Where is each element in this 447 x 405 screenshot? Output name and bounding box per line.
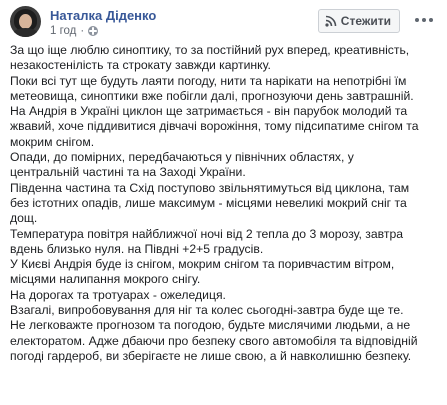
- post-line: Температура повітря найближчої ночі від …: [10, 226, 404, 241]
- post-line: Поки всі тут ще будуть лаяти погоду, нит…: [10, 73, 407, 88]
- post-line: Опади, до помірних, передбачаються у пів…: [10, 150, 354, 165]
- post-time[interactable]: 1 год: [50, 25, 76, 37]
- post-line: жвавий, хоче піддивитися дівчачі ворожін…: [10, 119, 419, 134]
- more-options-button[interactable]: [410, 9, 438, 31]
- post-line: центральній частині та на Заході України…: [10, 165, 246, 180]
- post-line: метеовища, синоптики вже побігли далі, п…: [10, 88, 414, 103]
- avatar[interactable]: [10, 6, 41, 37]
- post-header: Наталка Діденко 1 год · Стежити: [10, 6, 440, 40]
- post-line: Взагалі, випробовування для ніг та колес…: [10, 303, 404, 318]
- author-name[interactable]: Наталка Діденко: [50, 8, 156, 23]
- post-line: без істотних опадів, лише максимум - міс…: [10, 195, 407, 210]
- post-line: незакостенілість та строкату завжди карт…: [10, 58, 271, 73]
- post-body: За що іще люблю синоптику, то за постійн…: [10, 43, 440, 364]
- post-line: мокрим снігом.: [10, 134, 95, 149]
- more-dots-icon: [415, 18, 419, 22]
- post-line: На дорогах та тротуарах - ожеледиця.: [10, 287, 226, 302]
- post-meta: 1 год ·: [50, 25, 99, 37]
- post-line: погоді гардероб, ви зберігаєте не лише с…: [10, 348, 412, 363]
- follow-label: Стежити: [340, 14, 391, 28]
- post-line: У Києві Андрія буде із снігом, мокрим сн…: [10, 257, 395, 272]
- post-line: дощ.: [10, 211, 38, 226]
- post-line: електоратом. Адже дбаючи про безпеку сво…: [10, 333, 418, 348]
- post-line: вдень близько нуля. на Півдні +2+5 граду…: [10, 241, 264, 256]
- rss-icon: [325, 15, 337, 27]
- post-line: Не легковажте прогнозом та погодою, будь…: [10, 318, 411, 333]
- post-line: місцями налипання мокрого снігу.: [10, 272, 201, 287]
- post-line: На Андрія в Україні циклон ще затримаєть…: [10, 104, 408, 119]
- post-line: За що іще люблю синоптику, то за постійн…: [10, 43, 410, 57]
- follow-button[interactable]: Стежити: [317, 9, 400, 33]
- facebook-post: Наталка Діденко 1 год · Стежити За що іщ…: [0, 0, 447, 405]
- globe-icon: [88, 26, 99, 36]
- post-line: Південна частина та Схід поступово звіль…: [10, 180, 410, 195]
